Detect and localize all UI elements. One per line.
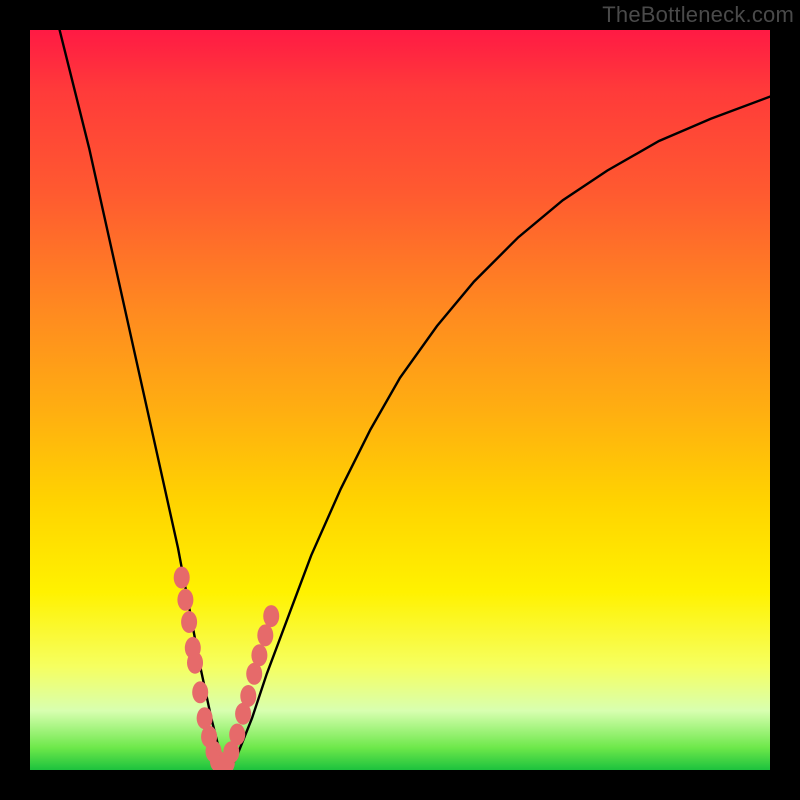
marker-group [174,567,280,770]
marker-dot [177,589,193,611]
marker-dot [251,644,267,666]
bottleneck-chart [30,30,770,770]
chart-frame [30,30,770,770]
marker-dot [229,723,245,745]
marker-dot [240,685,256,707]
marker-dot [174,567,190,589]
marker-dot [187,652,203,674]
marker-dot [181,611,197,633]
curve-line [60,30,770,770]
watermark-text: TheBottleneck.com [602,2,794,28]
marker-dot [192,681,208,703]
marker-dot [263,605,279,627]
marker-dot [257,624,273,646]
